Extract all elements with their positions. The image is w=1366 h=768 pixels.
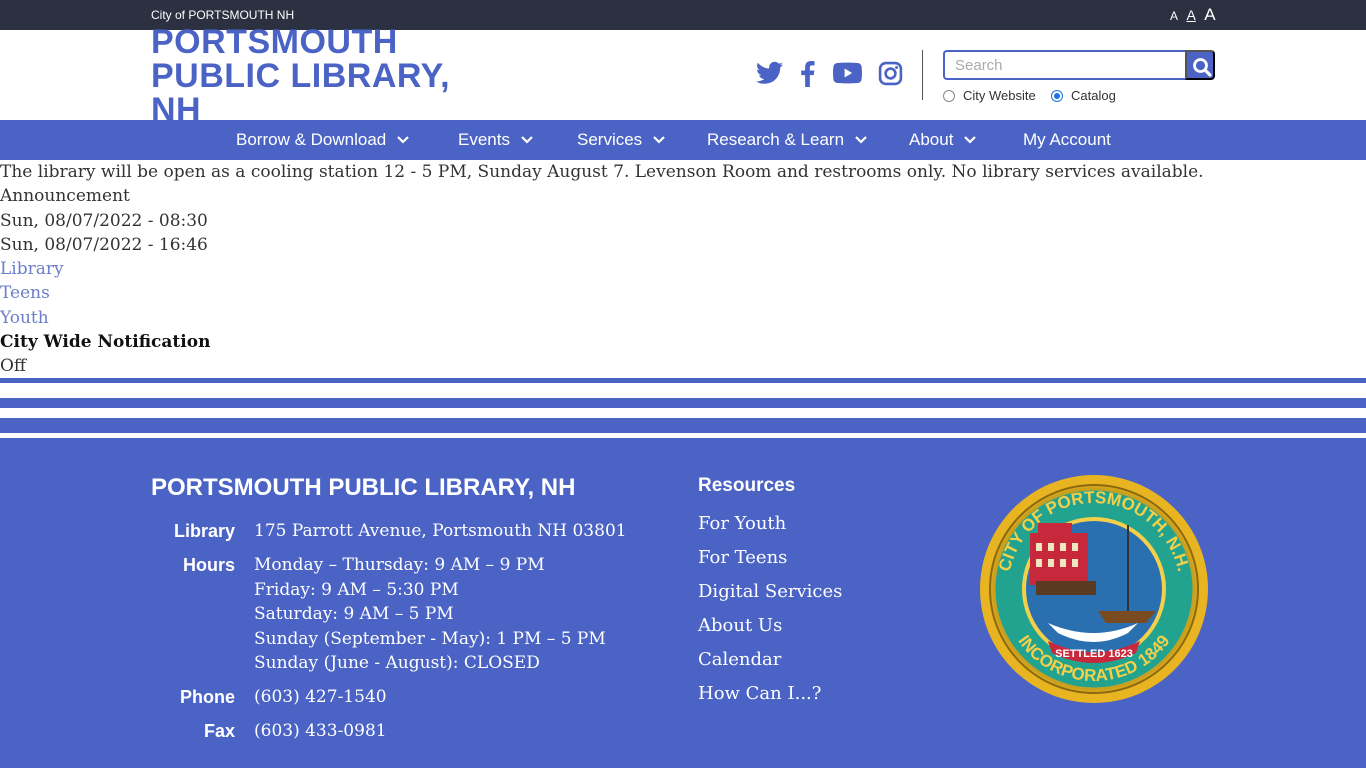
search-button[interactable] [1185,50,1215,80]
hours-line: Sunday (June - August): CLOSED [254,653,540,673]
chevron-down-icon [397,136,410,144]
radio-button[interactable] [943,89,955,102]
city-seal-logo: CITY OF PORTSMOUTH, N.H. INCORPORATED 18… [980,475,1208,703]
radio-label: Catalog [1071,88,1116,103]
announcement-message: The library will be open as a cooling st… [0,162,1204,182]
announcement-start-date: Sun, 08/07/2022 - 08:30 [0,210,208,231]
nav-item-about[interactable]: About [909,130,977,150]
radio-button[interactable] [1051,89,1063,102]
divider-stripe [0,418,1366,433]
footer-title: PORTSMOUTH PUBLIC LIBRARY, NH [151,474,576,501]
chevron-down-icon [964,136,977,144]
logo-line: PUBLIC LIBRARY, [151,57,451,95]
main-nav: Borrow & Download Events Services Resear… [0,120,1366,160]
audience-link-teens[interactable]: Teens [0,281,1366,305]
header-divider [922,50,923,100]
scope-catalog-radio[interactable]: Catalog [1051,88,1116,103]
notification-label: City Wide Notification [0,332,211,353]
fax-label: Fax [203,721,235,741]
youtube-icon[interactable] [833,61,862,85]
nav-item-label: Services [577,130,643,149]
announcement-end-date: Sun, 08/07/2022 - 16:46 [0,234,208,255]
city-website-link[interactable]: City of PORTSMOUTH NH [151,8,294,22]
scope-city-website-radio[interactable]: City Website [943,88,1036,103]
nav-item-research-learn[interactable]: Research & Learn [707,130,868,150]
radio-label: City Website [963,88,1036,103]
announcement-block: The library will be open as a cooling st… [0,160,1366,379]
hours-line: Friday: 9 AM – 5:30 PM [254,579,459,600]
resource-link-for-youth[interactable]: For Youth [698,513,786,534]
search-input[interactable] [943,50,1187,80]
nav-item-events[interactable]: Events [458,130,534,150]
resource-link-how-can-i[interactable]: How Can I...? [698,683,821,704]
library-address: 175 Parrott Avenue, Portsmouth NH 03801 [254,521,627,541]
seal-ribbon-text: SETTLED 1623 [1055,648,1133,660]
text-size-large-button[interactable]: A [1204,5,1215,25]
nav-item-label: Events [458,130,510,149]
text-size-small-button[interactable]: A [1170,9,1178,23]
nav-item-label: About [909,130,954,149]
phone-label: Phone [179,687,235,707]
hours-list: Monday – Thursday: 9 AM – 9 PM Friday: 9… [254,553,606,676]
nav-item-borrow-download[interactable]: Borrow & Download [236,130,410,150]
nav-item-my-account[interactable]: My Account [1023,130,1111,150]
phone-link[interactable]: (603) 427-1540 [254,685,387,710]
notification-value: Off [0,356,27,377]
chevron-down-icon [521,136,533,144]
facebook-icon[interactable] [800,61,815,87]
nav-item-label: Research & Learn [707,130,845,149]
chevron-down-icon [855,136,867,144]
nav-item-label: Borrow & Download [236,130,387,149]
text-size-controls: A A A [1170,5,1220,25]
text-size-medium-button[interactable]: A [1186,7,1195,23]
resource-link-digital-services[interactable]: Digital Services [698,581,842,602]
audience-link-library[interactable]: Library [0,257,1366,281]
resource-link-calendar[interactable]: Calendar [698,649,781,670]
hours-label: Hours [182,555,235,575]
resource-link-about-us[interactable]: About Us [698,615,782,636]
twitter-icon[interactable] [756,61,783,85]
instagram-icon[interactable] [878,61,903,86]
divider-stripe [0,398,1366,408]
logo-line: PORTSMOUTH [151,23,398,61]
audience-link-youth[interactable]: Youth [0,306,1366,330]
hours-line: Monday – Thursday: 9 AM – 9 PM [254,555,545,575]
fax-number: (603) 433-0981 [254,721,387,741]
divider-stripe [0,378,1366,383]
site-footer: PORTSMOUTH PUBLIC LIBRARY, NH Library 17… [0,438,1366,768]
site-header: PORTSMOUTH PUBLIC LIBRARY, NH City Websi… [0,25,1366,127]
chevron-down-icon [653,136,665,144]
library-logo-link[interactable]: PORTSMOUTH PUBLIC LIBRARY, NH [151,25,501,127]
library-label: Library [173,521,235,541]
resources-heading: Resources [698,475,796,496]
announcement-type: Announcement [0,186,130,207]
nav-item-label: My Account [1023,130,1111,149]
resource-link-for-teens[interactable]: For Teens [698,547,787,568]
hours-line: Sunday (September - May): 1 PM – 5 PM [254,628,606,649]
nav-item-services[interactable]: Services [577,130,666,150]
search-icon [1193,58,1212,77]
hours-line: Saturday: 9 AM – 5 PM [254,604,454,624]
